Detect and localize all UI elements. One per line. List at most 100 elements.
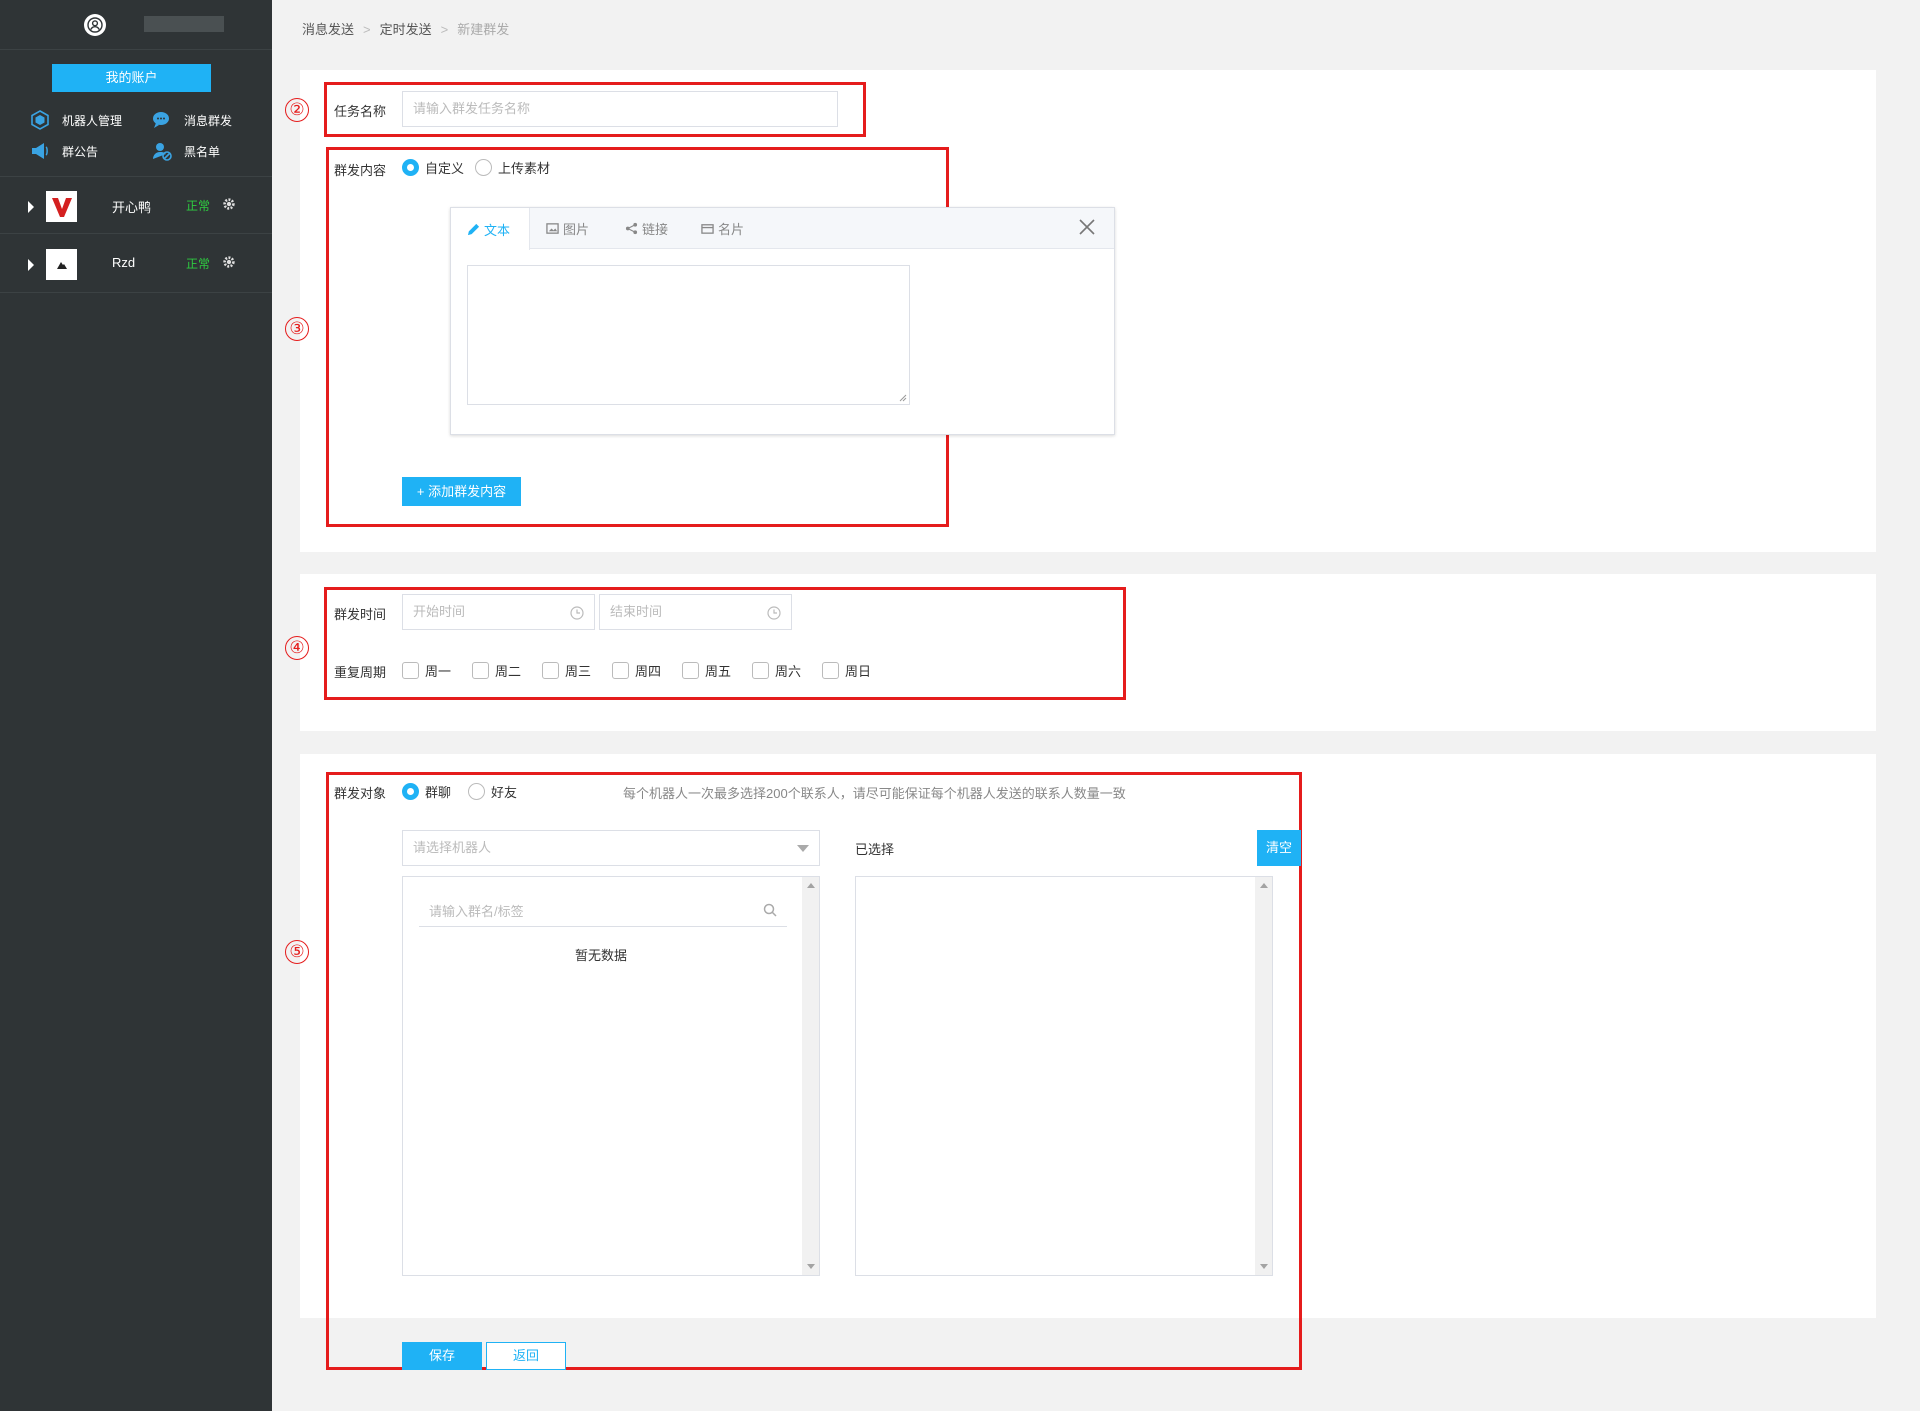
content-radio-upload[interactable]: 上传素材 <box>475 158 550 177</box>
close-icon[interactable] <box>1078 218 1096 236</box>
checkbox-box <box>542 662 559 679</box>
nav-robot-management[interactable]: 机器人管理 <box>30 110 122 130</box>
sidebar: 我的账户 机器人管理 消息群发 群公告 黑名单 开心鸭 正常 Rzd 正常 <box>0 0 272 1411</box>
nav-label: 消息群发 <box>184 113 233 128</box>
time-label: 群发时间 <box>334 607 387 622</box>
panel-target: ⑤ 群发对象 群聊 好友 每个机器人一次最多选择200个联系人，请尽可能保证每个… <box>285 754 1876 1370</box>
tab-label: 图片 <box>563 222 590 237</box>
tab-image[interactable]: 图片 <box>546 208 589 249</box>
nav-message-broadcast[interactable]: 消息群发 <box>152 110 232 130</box>
annotation-marker: ④ <box>285 636 309 660</box>
radio-label: 群聊 <box>425 785 452 800</box>
group-listbox[interactable]: 请输入群名/标签 暂无数据 <box>402 876 820 1276</box>
day-checkbox[interactable]: 周二 <box>472 661 521 680</box>
chat-bubble-icon <box>153 112 169 128</box>
robot-name: Rzd <box>112 255 136 270</box>
day-checkbox[interactable]: 周一 <box>402 661 451 680</box>
breadcrumb-separator: > <box>363 22 371 37</box>
scrollbar[interactable] <box>1255 877 1272 1275</box>
radio-label: 自定义 <box>425 161 465 176</box>
breadcrumb-current: 新建群发 <box>457 22 510 37</box>
robot-avatar <box>46 249 77 280</box>
checkbox-box <box>752 662 769 679</box>
scroll-down-icon[interactable] <box>807 1264 815 1269</box>
task-name-label: 任务名称 <box>334 104 387 119</box>
scroll-down-icon[interactable] <box>1260 1264 1268 1269</box>
group-search-placeholder: 请输入群名/标签 <box>429 904 524 919</box>
nav-label: 机器人管理 <box>62 113 123 128</box>
radio-dot <box>468 783 485 800</box>
sidebar-header <box>0 0 272 50</box>
target-radio-friend[interactable]: 好友 <box>468 782 517 801</box>
day-label: 周六 <box>775 664 802 679</box>
expand-caret-icon[interactable] <box>28 259 34 271</box>
target-radio-group[interactable]: 群聊 <box>402 782 451 801</box>
radio-dot <box>402 783 419 800</box>
tab-label: 名片 <box>718 222 745 237</box>
robot-status: 正常 <box>186 257 211 271</box>
my-account-button[interactable]: 我的账户 <box>52 64 211 92</box>
checkbox-box <box>472 662 489 679</box>
content-textarea[interactable] <box>467 265 910 405</box>
clock-icon <box>570 606 584 620</box>
annotation-marker: ⑤ <box>285 940 309 964</box>
robot-icon <box>31 110 49 130</box>
robot-select-placeholder: 请选择机器人 <box>413 840 492 855</box>
nav-label: 群公告 <box>62 144 99 159</box>
breadcrumb-item[interactable]: 定时发送 <box>380 22 432 37</box>
scroll-up-icon[interactable] <box>1260 883 1268 888</box>
image-icon <box>546 223 559 234</box>
day-label: 周五 <box>705 664 732 679</box>
task-name-input[interactable]: 请输入群发任务名称 <box>402 91 838 127</box>
content-label: 群发内容 <box>334 163 387 178</box>
start-time-placeholder: 开始时间 <box>413 604 466 619</box>
gear-icon[interactable] <box>222 197 236 211</box>
resize-grip-icon[interactable] <box>899 394 907 402</box>
main-content: 消息发送 > 定时发送 > 新建群发 ② 任务名称 请输入群发任务名称 ③ 群发内容 自… <box>272 0 1920 1411</box>
add-content-button[interactable]: + 添加群发内容 <box>402 477 521 506</box>
back-button[interactable]: 返回 <box>486 1342 566 1370</box>
annotation-marker: ② <box>285 98 309 122</box>
checkbox-box <box>822 662 839 679</box>
day-label: 周一 <box>425 664 452 679</box>
username-blurred <box>144 16 224 32</box>
scroll-up-icon[interactable] <box>807 883 815 888</box>
clear-button[interactable]: 清空 <box>1257 830 1301 866</box>
nav-group-announcement[interactable]: 群公告 <box>30 141 98 161</box>
expand-caret-icon[interactable] <box>28 201 34 213</box>
robot-row[interactable]: Rzd 正常 <box>0 235 272 293</box>
group-search-input[interactable]: 请输入群名/标签 <box>419 891 787 927</box>
mountain-icon <box>56 261 67 269</box>
chevron-down-icon <box>797 845 809 852</box>
day-checkbox[interactable]: 周六 <box>752 661 801 680</box>
day-checkbox[interactable]: 周日 <box>822 661 871 680</box>
scrollbar[interactable] <box>802 877 819 1275</box>
gear-icon[interactable] <box>222 255 236 269</box>
content-radio-custom[interactable]: 自定义 <box>402 158 464 177</box>
end-time-input[interactable]: 结束时间 <box>599 594 792 630</box>
save-button[interactable]: 保存 <box>402 1342 482 1370</box>
empty-text: 暂无数据 <box>575 948 628 963</box>
day-label: 周二 <box>495 664 522 679</box>
day-checkbox[interactable]: 周三 <box>542 661 591 680</box>
pencil-icon <box>467 223 480 235</box>
clock-icon <box>767 606 781 620</box>
search-icon[interactable] <box>763 903 777 917</box>
robot-name: 开心鸭 <box>112 200 152 215</box>
start-time-input[interactable]: 开始时间 <box>402 594 595 630</box>
selected-listbox[interactable] <box>855 876 1273 1276</box>
day-checkbox[interactable]: 周五 <box>682 661 731 680</box>
editor-tabs: 文本 图片 链接 名片 <box>451 208 1114 250</box>
user-avatar-icon[interactable] <box>84 14 106 36</box>
tab-card[interactable]: 名片 <box>701 208 744 249</box>
tab-text[interactable]: 文本 <box>451 208 530 250</box>
repeat-label: 重复周期 <box>334 665 387 680</box>
robot-row[interactable]: 开心鸭 正常 <box>0 176 272 234</box>
robot-select[interactable]: 请选择机器人 <box>402 830 820 866</box>
tab-link[interactable]: 链接 <box>625 208 668 249</box>
panel-basic-info: ② 任务名称 请输入群发任务名称 ③ 群发内容 自定义 上传素材 文本 图片 链… <box>285 70 1876 552</box>
checkbox-box <box>682 662 699 679</box>
breadcrumb-item[interactable]: 消息发送 <box>302 22 354 37</box>
nav-blacklist[interactable]: 黑名单 <box>152 141 220 161</box>
day-checkbox[interactable]: 周四 <box>612 661 661 680</box>
